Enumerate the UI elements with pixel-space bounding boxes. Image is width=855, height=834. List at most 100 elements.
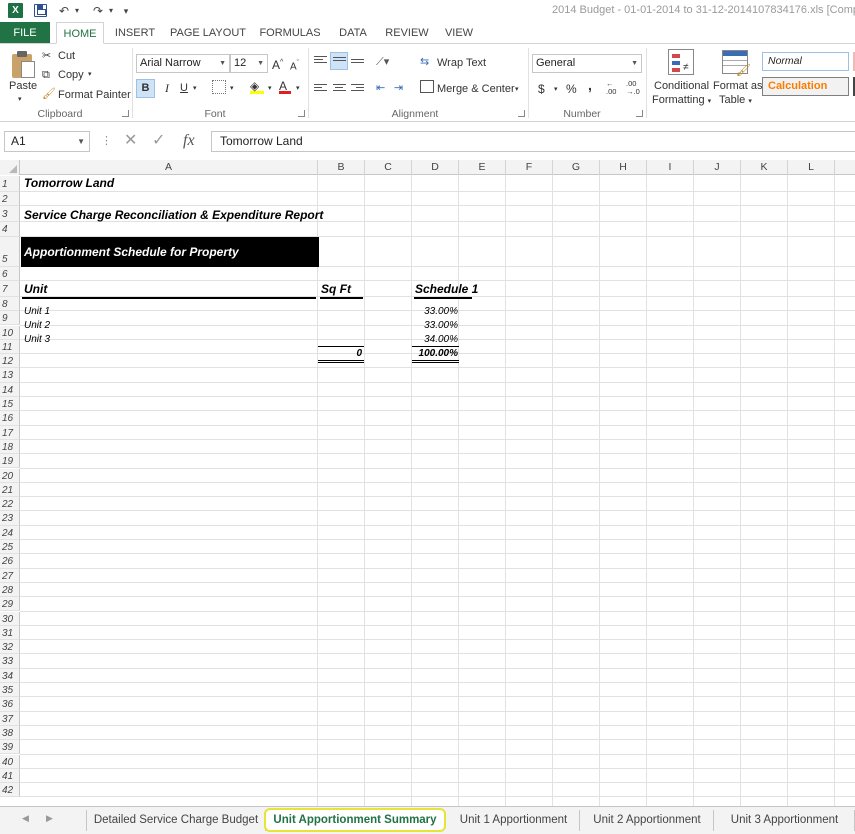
row-header-21[interactable]: 21 [0,482,20,498]
format-as-table-label[interactable]: Table ▾ [719,92,752,110]
row-header-11[interactable]: 11 [0,339,20,355]
row-header-17[interactable]: 17 [0,425,20,440]
row-header-6[interactable]: 6 [0,266,20,281]
align-right-icon[interactable] [351,84,364,95]
cell-b7-sqft-header[interactable]: Sq Ft [321,282,351,297]
font-size-select[interactable]: 12 ▼ [230,54,268,73]
column-header-g[interactable]: G [553,160,600,175]
wrap-text-button[interactable]: Wrap Text [437,55,486,71]
row-header-2[interactable]: 2 [0,192,20,207]
sheet-tab-unit-3[interactable]: Unit 3 Apportionment [715,810,855,831]
percent-button[interactable]: % [566,81,577,97]
cell-d9-unit-pct[interactable]: 33.00% [412,319,458,333]
bottom-align-icon[interactable] [351,59,364,70]
fill-color-dropdown-icon[interactable]: ▾ [268,81,272,97]
bold-button[interactable]: B [136,79,155,98]
cell-d10-unit-pct[interactable]: 34.00% [412,333,458,347]
row-header-1[interactable]: 1 [0,176,20,192]
row-header-20[interactable]: 20 [0,468,20,483]
prev-sheet-icon[interactable]: ◀ [22,813,29,824]
font-color-dropdown-icon[interactable]: ▾ [296,81,300,97]
cell-a10-unit-name[interactable]: Unit 3 [24,333,50,347]
row-header-31[interactable]: 31 [0,625,20,641]
sheet-tab-unit-apportionment-summary[interactable]: Unit Apportionment Summary [264,808,446,832]
format-painter-icon[interactable]: 🖌 [42,86,56,102]
font-color-button[interactable]: A [279,78,291,94]
tab-page-layout[interactable]: PAGE LAYOUT [168,22,248,44]
style-normal[interactable]: Normal [762,52,849,71]
row-header-13[interactable]: 13 [0,368,20,383]
row-header-29[interactable]: 29 [0,597,20,612]
cell-a9-unit-name[interactable]: Unit 2 [24,319,50,333]
row-header-4[interactable]: 4 [0,222,20,237]
row-header-12[interactable]: 12 [0,354,20,369]
row-header-10[interactable]: 10 [0,325,20,340]
copy-dropdown-icon[interactable]: ▾ [88,67,92,83]
format-painter-button[interactable]: Format Painter [58,87,131,103]
decrease-indent-icon[interactable]: ⇤ [376,80,385,96]
row-header-7[interactable]: 7 [0,280,20,297]
row-header-24[interactable]: 24 [0,525,20,540]
column-header-h[interactable]: H [600,160,647,175]
cancel-icon[interactable]: ✕ [124,131,137,151]
row-header-26[interactable]: 26 [0,554,20,569]
merge-dropdown-icon[interactable]: ▾ [515,82,519,98]
row-header-15[interactable]: 15 [0,397,20,412]
format-as-table-icon[interactable]: 🖌 [722,50,751,77]
save-icon[interactable] [34,4,47,17]
next-sheet-icon[interactable]: ▶ [46,813,53,824]
row-header-28[interactable]: 28 [0,582,20,598]
undo-icon[interactable]: ↶ [56,3,72,19]
tab-view[interactable]: VIEW [440,22,478,44]
row-header-36[interactable]: 36 [0,697,20,712]
row-header-30[interactable]: 30 [0,611,20,626]
font-name-select[interactable]: Arial Narrow ▼ [136,54,230,73]
row-header-18[interactable]: 18 [0,439,20,455]
paste-dropdown-icon[interactable]: ▾ [18,92,22,108]
row-header-34[interactable]: 34 [0,668,20,683]
column-header-e[interactable]: E [459,160,506,175]
cell-a5-schedule-header[interactable]: Apportionment Schedule for Property [21,237,319,267]
row-header-32[interactable]: 32 [0,640,20,655]
row-header-25[interactable]: 25 [0,540,20,555]
cell-b11-total-sqft[interactable]: 0 [318,347,362,360]
row-header-19[interactable]: 19 [0,454,20,469]
sheet-tab-detailed-budget[interactable]: Detailed Service Charge Budget [86,810,266,831]
number-format-select[interactable]: General ▼ [532,54,642,73]
tab-insert[interactable]: INSERT [110,22,160,44]
sheet-tab-unit-2[interactable]: Unit 2 Apportionment [581,810,714,831]
underline-dropdown-icon[interactable]: ▾ [193,81,197,97]
tab-data[interactable]: DATA [333,22,373,44]
insert-function-button[interactable]: fx [183,131,195,151]
row-header-3[interactable]: 3 [0,206,20,223]
row-header-16[interactable]: 16 [0,411,20,426]
column-header-k[interactable]: K [741,160,788,175]
row-header-8[interactable]: 8 [0,296,20,312]
row-header-41[interactable]: 41 [0,768,20,784]
row-header-23[interactable]: 23 [0,511,20,526]
row-header-35[interactable]: 35 [0,683,20,698]
row-header-27[interactable]: 27 [0,568,20,583]
column-header-f[interactable]: F [506,160,553,175]
top-align-icon[interactable] [314,56,327,67]
conditional-formatting-label[interactable]: Formatting ▾ [652,92,711,110]
row-header-37[interactable]: 37 [0,711,20,726]
formula-input[interactable]: Tomorrow Land [211,131,855,152]
merge-center-button[interactable]: Merge & Center [437,81,515,97]
currency-dropdown-icon[interactable]: ▾ [554,82,558,98]
undo-dropdown-icon[interactable]: ▾ [72,3,82,19]
decrease-decimal-button[interactable]: .00 →.0 [626,80,640,96]
copy-button[interactable]: Copy [58,67,84,83]
wrap-text-icon[interactable]: ⇆ [420,54,429,70]
row-header-9[interactable]: 9 [0,311,20,326]
enter-icon[interactable]: ✓ [152,131,165,151]
cell-d8-unit-pct[interactable]: 33.00% [412,305,458,319]
cell-a1-title[interactable]: Tomorrow Land [24,176,114,191]
column-header-c[interactable]: C [365,160,412,175]
row-header-42[interactable]: 42 [0,783,20,798]
merge-center-icon[interactable] [420,80,434,93]
paste-icon[interactable] [10,50,36,80]
increase-indent-icon[interactable]: ⇥ [394,80,403,96]
select-all-button[interactable] [0,160,20,175]
tab-review[interactable]: REVIEW [384,22,430,44]
